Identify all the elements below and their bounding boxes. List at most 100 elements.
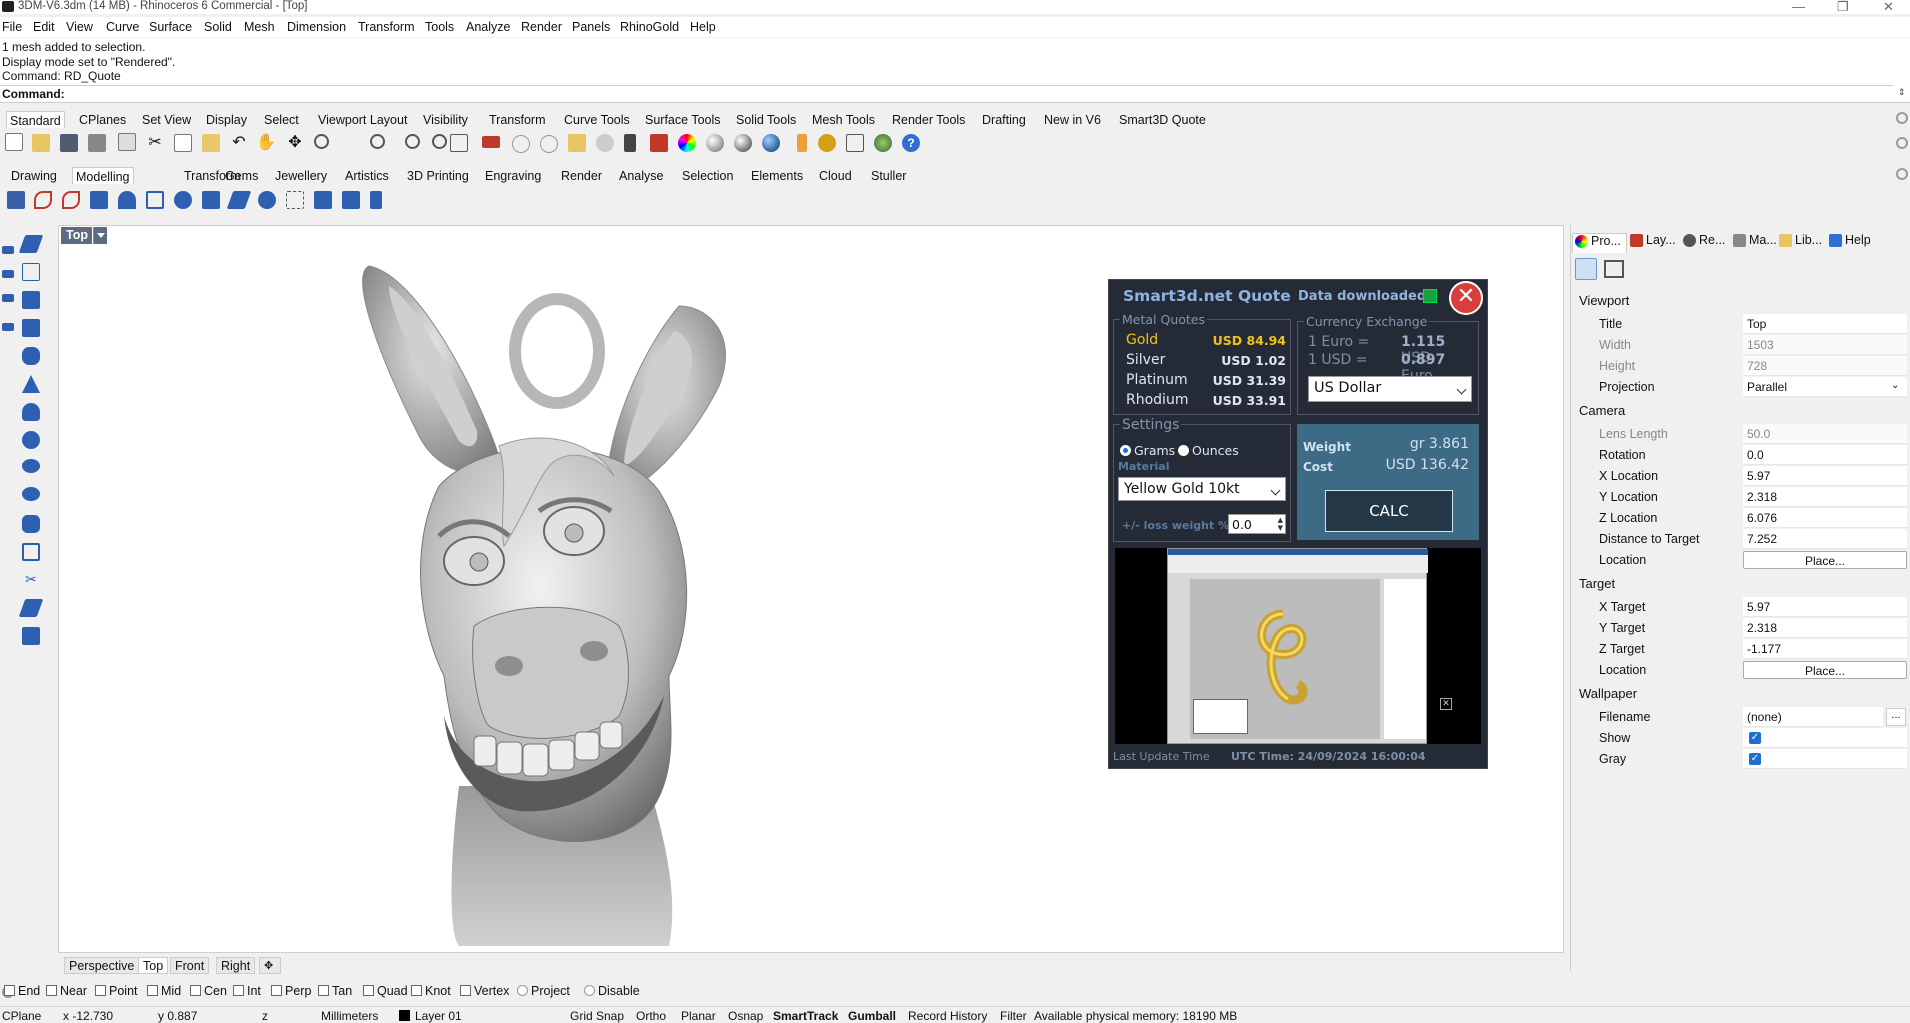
projection-select[interactable]: Parallel bbox=[1743, 377, 1907, 397]
boolean-tool-icon[interactable]: ✂ bbox=[22, 571, 40, 589]
arc-tool-icon[interactable] bbox=[34, 191, 52, 209]
menu-view[interactable]: View bbox=[66, 20, 93, 34]
menu-dimension[interactable]: Dimension bbox=[287, 20, 346, 34]
bbox-tool-icon[interactable] bbox=[286, 191, 304, 209]
menu-surface[interactable]: Surface bbox=[149, 20, 192, 34]
tab-engraving[interactable]: Engraving bbox=[482, 167, 544, 184]
menu-curve[interactable]: Curve bbox=[106, 20, 139, 34]
panel-tool-icon[interactable] bbox=[370, 191, 382, 209]
loft-tool-icon[interactable] bbox=[174, 191, 192, 209]
menu-help[interactable]: Help bbox=[690, 20, 716, 34]
dimension-icon[interactable] bbox=[797, 134, 807, 152]
browse-button[interactable]: ... bbox=[1886, 708, 1906, 726]
help-icon[interactable]: ? bbox=[902, 134, 920, 152]
zoom-window-icon[interactable] bbox=[370, 134, 385, 149]
cut-icon[interactable]: ✂ bbox=[146, 134, 164, 152]
status-filter[interactable]: Filter bbox=[1000, 1009, 1027, 1023]
tab-top[interactable]: Top bbox=[138, 957, 169, 974]
tab-drafting[interactable]: Drafting bbox=[979, 111, 1029, 128]
undo-icon[interactable]: ↶ bbox=[230, 134, 248, 152]
stepper-arrows-icon[interactable]: ▲ ▼ bbox=[1278, 516, 1283, 532]
tab-selection[interactable]: Selection bbox=[679, 167, 736, 184]
car-icon[interactable] bbox=[482, 136, 500, 148]
viewport-menu-chevron-icon[interactable] bbox=[93, 227, 107, 244]
osnap-point[interactable]: Point bbox=[95, 984, 138, 998]
fillet-tool-icon[interactable] bbox=[258, 191, 276, 209]
lock-icon[interactable] bbox=[624, 134, 636, 152]
sidebar-tool-icon[interactable] bbox=[2, 270, 14, 278]
tab-display[interactable]: Display bbox=[203, 111, 250, 128]
gray-checkbox[interactable]: ✓ bbox=[1749, 753, 1761, 765]
place-camera-button[interactable]: Place... bbox=[1743, 551, 1907, 569]
status-smarttrack[interactable]: SmartTrack bbox=[773, 1009, 838, 1023]
globe-grid-icon[interactable] bbox=[874, 134, 892, 152]
cplane-icon[interactable] bbox=[540, 135, 558, 153]
tab-modelling[interactable]: Modelling bbox=[72, 167, 134, 184]
menu-analyze[interactable]: Analyze bbox=[466, 20, 510, 34]
osnap-quad[interactable]: Quad bbox=[363, 984, 408, 998]
panel-tab-properties[interactable]: Pro... bbox=[1572, 233, 1627, 253]
status-layer[interactable]: Layer 01 bbox=[415, 1009, 462, 1023]
shell-tool-icon[interactable] bbox=[18, 599, 44, 617]
chevron-down-icon[interactable]: ⌄ bbox=[1891, 380, 1899, 391]
layer-color-swatch[interactable] bbox=[399, 1010, 410, 1021]
tab-front[interactable]: Front bbox=[170, 957, 210, 974]
light-icon[interactable] bbox=[596, 134, 614, 152]
menu-edit[interactable]: Edit bbox=[33, 20, 55, 34]
status-gumball[interactable]: Gumball bbox=[848, 1009, 896, 1023]
print-icon[interactable] bbox=[88, 134, 106, 152]
distance-field[interactable]: 7.252 bbox=[1743, 529, 1907, 549]
torus-tool-icon[interactable] bbox=[22, 487, 40, 501]
tab-solid-tools[interactable]: Solid Tools bbox=[733, 111, 799, 128]
title-field[interactable]: Top bbox=[1743, 314, 1907, 334]
currency-select[interactable]: US Dollar bbox=[1308, 376, 1472, 402]
tab-standard[interactable]: Standard bbox=[6, 111, 65, 128]
osnap-disable[interactable]: Disable bbox=[584, 984, 640, 998]
spline-tool-icon[interactable] bbox=[62, 191, 80, 209]
toolbar-settings-icon[interactable] bbox=[1896, 112, 1908, 124]
sidebar-tool-icon[interactable] bbox=[2, 323, 14, 331]
material-icon[interactable] bbox=[650, 134, 668, 152]
tab-cloud[interactable]: Cloud bbox=[816, 167, 855, 184]
save-icon[interactable] bbox=[60, 134, 78, 152]
tab-3d-printing[interactable]: 3D Printing bbox=[404, 167, 472, 184]
menu-rhinogold[interactable]: RhinoGold bbox=[620, 20, 679, 34]
y-target-field[interactable]: 2.318 bbox=[1743, 618, 1907, 638]
toolbar-settings-icon[interactable] bbox=[1896, 137, 1908, 149]
cap-tool-icon[interactable] bbox=[22, 627, 40, 645]
viewport-title[interactable]: Top bbox=[61, 227, 92, 244]
status-planar[interactable]: Planar bbox=[681, 1009, 716, 1023]
status-cplane[interactable]: CPlane bbox=[2, 1009, 41, 1023]
menu-transform[interactable]: Transform bbox=[358, 20, 415, 34]
menu-render[interactable]: Render bbox=[521, 20, 562, 34]
tab-new-in-v6[interactable]: New in V6 bbox=[1041, 111, 1104, 128]
osnap-vertex[interactable]: Vertex bbox=[460, 984, 509, 998]
panel-tab-libraries[interactable]: Lib... bbox=[1777, 233, 1822, 253]
osnap-project[interactable]: Project bbox=[517, 984, 570, 998]
tab-smart3d-quote[interactable]: Smart3D Quote bbox=[1116, 111, 1209, 128]
toolbar-settings-icon[interactable] bbox=[1896, 168, 1908, 180]
color-icon[interactable] bbox=[678, 134, 696, 152]
box-solid-tool-icon[interactable] bbox=[22, 319, 40, 337]
command-prompt[interactable]: Command: bbox=[2, 87, 65, 101]
tab-curve-tools[interactable]: Curve Tools bbox=[561, 111, 633, 128]
z-location-field[interactable]: 6.076 bbox=[1743, 508, 1907, 528]
panel-tab-rendering[interactable]: Re... bbox=[1681, 233, 1726, 253]
expand-icon[interactable]: ✕ bbox=[1440, 698, 1452, 710]
tab-artistics[interactable]: Artistics bbox=[342, 167, 392, 184]
surface-tool-icon[interactable] bbox=[226, 191, 252, 209]
four-views-icon[interactable] bbox=[450, 134, 468, 152]
tab-perspective[interactable]: Perspective bbox=[64, 957, 140, 974]
camera-icon[interactable] bbox=[1575, 258, 1597, 280]
status-record-history[interactable]: Record History bbox=[908, 1009, 987, 1023]
globe-icon[interactable] bbox=[762, 134, 780, 152]
command-scroll-icon[interactable]: ⇕ bbox=[1898, 87, 1908, 101]
tab-viewport-layout[interactable]: Viewport Layout bbox=[315, 111, 410, 128]
tab-render-tools[interactable]: Render Tools bbox=[889, 111, 968, 128]
menu-panels[interactable]: Panels bbox=[572, 20, 610, 34]
loss-weight-stepper[interactable]: 0.0 ▲ ▼ bbox=[1228, 514, 1286, 534]
loss-weight-value[interactable]: 0.0 bbox=[1232, 517, 1252, 532]
ellipsoid-tool-icon[interactable] bbox=[22, 459, 40, 473]
paste-icon[interactable] bbox=[202, 134, 220, 152]
sweep-tool-icon[interactable] bbox=[146, 191, 164, 209]
